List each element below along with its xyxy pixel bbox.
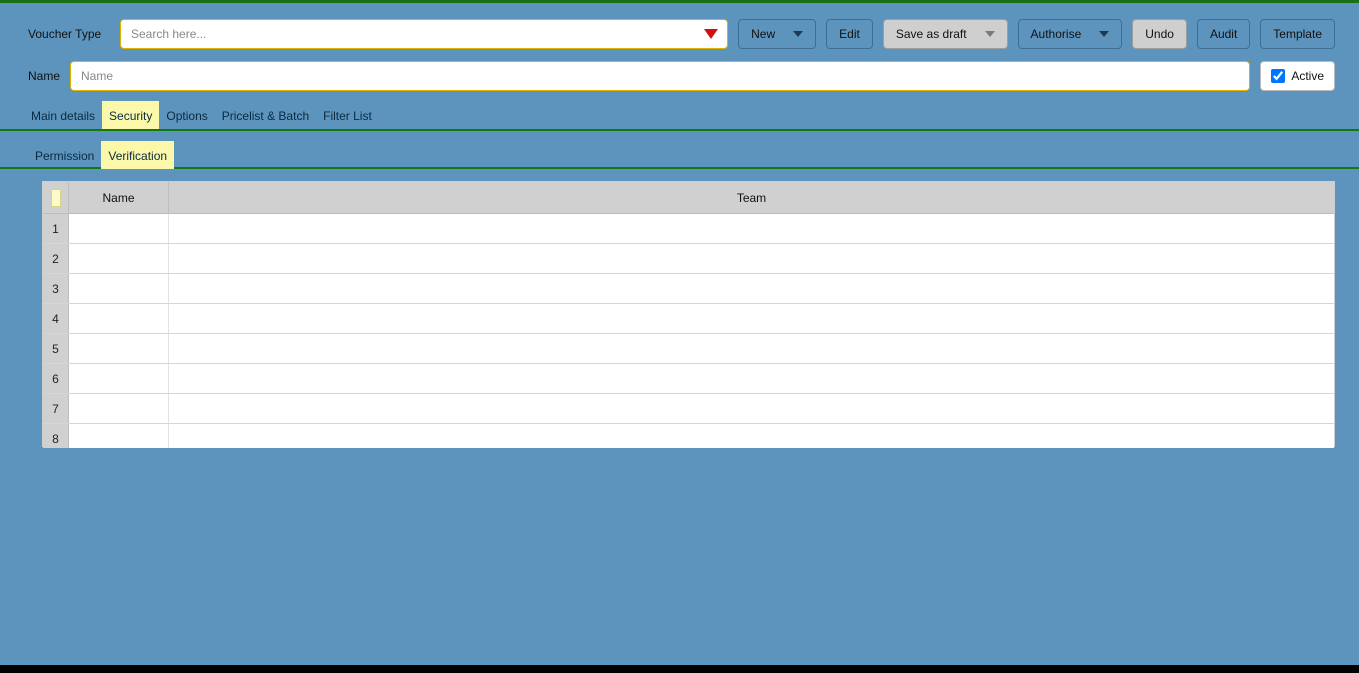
subtab-verification[interactable]: Verification bbox=[101, 141, 174, 169]
security-subtabs: Permission Verification bbox=[0, 131, 1359, 169]
active-checkbox[interactable] bbox=[1271, 69, 1285, 83]
cell-name[interactable] bbox=[69, 424, 169, 448]
cell-name[interactable] bbox=[69, 214, 169, 243]
column-header-name[interactable]: Name bbox=[69, 182, 169, 213]
voucher-type-search-wrap bbox=[120, 19, 728, 49]
row-number: 2 bbox=[43, 244, 69, 273]
table-row[interactable]: 6 bbox=[43, 364, 1334, 394]
new-button[interactable]: New bbox=[738, 19, 816, 49]
table-row[interactable]: 8 bbox=[43, 424, 1334, 448]
row-number: 1 bbox=[43, 214, 69, 243]
table-row[interactable]: 5 bbox=[43, 334, 1334, 364]
save-as-draft-button[interactable]: Save as draft bbox=[883, 19, 1008, 49]
main-tabs: Main details Security Options Pricelist … bbox=[0, 101, 1359, 131]
row-number: 5 bbox=[43, 334, 69, 363]
voucher-type-search-input[interactable] bbox=[120, 19, 728, 49]
name-row: Name Active bbox=[0, 57, 1359, 101]
row-number: 6 bbox=[43, 364, 69, 393]
audit-button[interactable]: Audit bbox=[1197, 19, 1250, 49]
audit-label: Audit bbox=[1210, 27, 1237, 41]
save-as-draft-label: Save as draft bbox=[896, 27, 967, 41]
table-row[interactable]: 3 bbox=[43, 274, 1334, 304]
undo-label: Undo bbox=[1145, 27, 1174, 41]
cell-team[interactable] bbox=[169, 304, 1334, 333]
template-button[interactable]: Template bbox=[1260, 19, 1335, 49]
tab-options[interactable]: Options bbox=[159, 101, 214, 131]
subtab-permission[interactable]: Permission bbox=[28, 141, 101, 169]
cell-name[interactable] bbox=[69, 274, 169, 303]
active-checkbox-wrap[interactable]: Active bbox=[1260, 61, 1335, 91]
cell-team[interactable] bbox=[169, 424, 1334, 448]
cell-team[interactable] bbox=[169, 274, 1334, 303]
row-number: 7 bbox=[43, 394, 69, 423]
tab-main-details[interactable]: Main details bbox=[24, 101, 102, 131]
chevron-down-icon bbox=[1099, 31, 1109, 37]
name-label: Name bbox=[28, 69, 60, 83]
table-row[interactable]: 4 bbox=[43, 304, 1334, 334]
cell-team[interactable] bbox=[169, 364, 1334, 393]
cell-name[interactable] bbox=[69, 394, 169, 423]
edit-button-label: Edit bbox=[839, 27, 860, 41]
cell-name[interactable] bbox=[69, 334, 169, 363]
column-select-all[interactable] bbox=[43, 182, 69, 213]
cell-team[interactable] bbox=[169, 214, 1334, 243]
chevron-down-icon bbox=[985, 31, 995, 37]
table-body[interactable]: 1 2 3 4 5 6 7 bbox=[43, 214, 1334, 448]
cell-team[interactable] bbox=[169, 244, 1334, 273]
row-number: 8 bbox=[43, 424, 69, 448]
cell-team[interactable] bbox=[169, 334, 1334, 363]
cell-team[interactable] bbox=[169, 394, 1334, 423]
cell-name[interactable] bbox=[69, 244, 169, 273]
table-row[interactable]: 1 bbox=[43, 214, 1334, 244]
table-header: Name Team bbox=[43, 182, 1334, 214]
template-label: Template bbox=[1273, 27, 1322, 41]
new-button-label: New bbox=[751, 27, 775, 41]
chevron-down-icon bbox=[793, 31, 803, 37]
tab-filter-list[interactable]: Filter List bbox=[316, 101, 379, 131]
active-label: Active bbox=[1291, 69, 1324, 83]
undo-button[interactable]: Undo bbox=[1132, 19, 1187, 49]
row-number: 4 bbox=[43, 304, 69, 333]
name-input[interactable] bbox=[70, 61, 1250, 91]
column-header-team[interactable]: Team bbox=[169, 182, 1334, 213]
select-all-indicator bbox=[51, 189, 61, 207]
voucher-type-label: Voucher Type bbox=[28, 27, 110, 41]
authorise-button[interactable]: Authorise bbox=[1018, 19, 1123, 49]
verification-table: Name Team 1 2 3 4 5 6 bbox=[42, 181, 1335, 447]
table-row[interactable]: 7 bbox=[43, 394, 1334, 424]
row-number: 3 bbox=[43, 274, 69, 303]
tab-security[interactable]: Security bbox=[102, 101, 159, 131]
cell-name[interactable] bbox=[69, 304, 169, 333]
table-row[interactable]: 2 bbox=[43, 244, 1334, 274]
tab-pricelist-batch[interactable]: Pricelist & Batch bbox=[215, 101, 316, 131]
authorise-label: Authorise bbox=[1031, 27, 1082, 41]
bottom-bar bbox=[0, 665, 1359, 673]
edit-button[interactable]: Edit bbox=[826, 19, 873, 49]
toolbar-row: Voucher Type New Edit Save as draft Auth… bbox=[0, 3, 1359, 57]
cell-name[interactable] bbox=[69, 364, 169, 393]
